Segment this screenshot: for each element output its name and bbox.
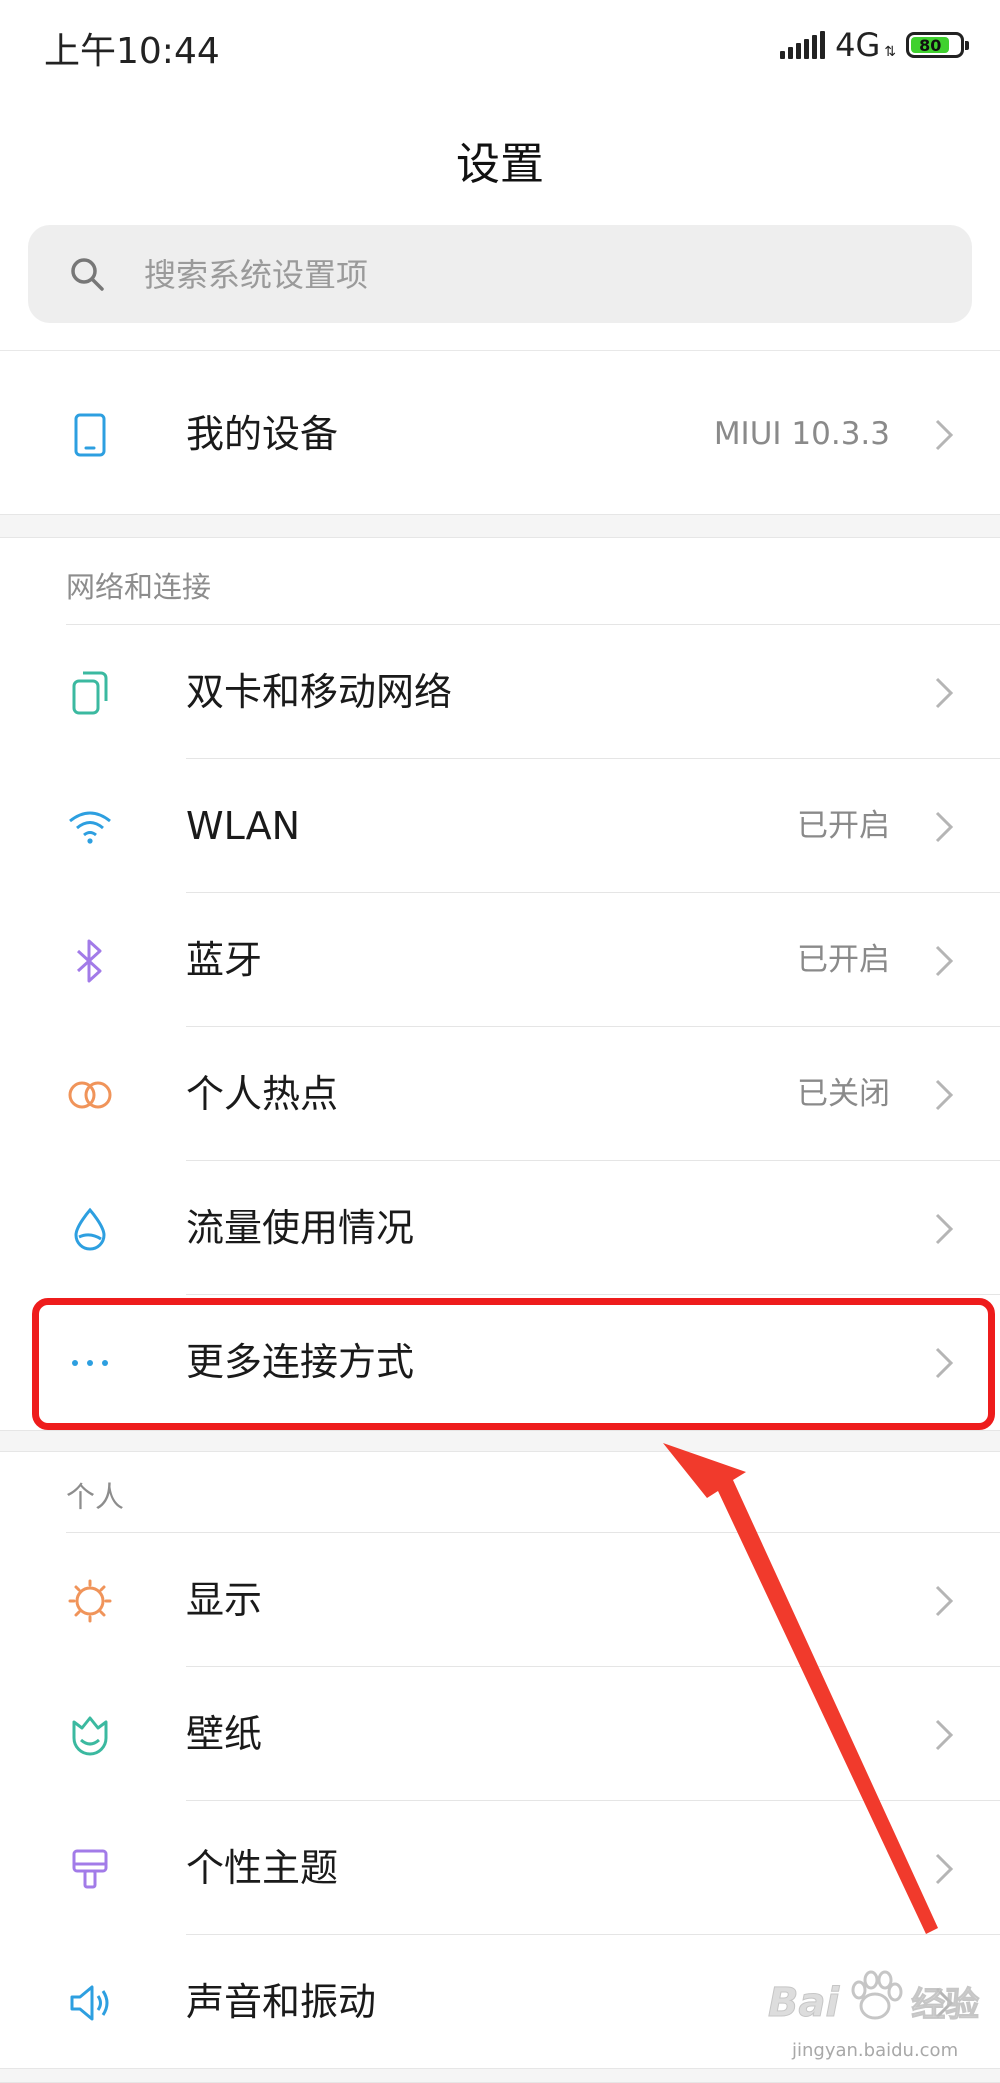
annotation-highlight-box bbox=[32, 1298, 995, 1430]
speaker-icon bbox=[62, 1978, 118, 2028]
hotspot-icon bbox=[62, 1070, 118, 1120]
chevron-right-icon bbox=[935, 1719, 954, 1751]
signal-strength-icon bbox=[780, 31, 826, 59]
battery-icon: 80 bbox=[906, 32, 969, 58]
status-indicators: 4G ⇅ 80 bbox=[780, 26, 969, 64]
row-label: 声音和振动 bbox=[186, 1980, 377, 2024]
search-input[interactable] bbox=[142, 225, 946, 325]
chevron-right-icon bbox=[935, 1853, 954, 1885]
wlan-status: 已开启 bbox=[797, 808, 890, 844]
row-label: 壁纸 bbox=[186, 1712, 263, 1756]
divider bbox=[186, 1666, 1000, 1667]
divider bbox=[186, 1934, 1000, 1935]
divider bbox=[186, 892, 1000, 893]
data-activity-icon: ⇅ bbox=[884, 44, 896, 60]
display-sun-icon bbox=[62, 1576, 118, 1626]
phone-icon bbox=[62, 410, 118, 460]
battery-level: 80 bbox=[919, 35, 942, 55]
row-label: 双卡和移动网络 bbox=[186, 670, 453, 714]
network-type: 4G bbox=[835, 26, 881, 64]
divider bbox=[66, 1532, 1000, 1533]
row-label: WLAN bbox=[186, 804, 301, 848]
divider bbox=[186, 1026, 1000, 1027]
baidu-paw-icon bbox=[851, 1970, 903, 2020]
search-bar[interactable] bbox=[28, 225, 972, 325]
section-header-personal: 个人 bbox=[66, 1480, 125, 1514]
theme-brush-icon bbox=[62, 1844, 118, 1894]
row-label: 流量使用情况 bbox=[186, 1206, 415, 1250]
row-label: 个性主题 bbox=[186, 1846, 339, 1890]
bluetooth-status: 已开启 bbox=[797, 942, 890, 978]
bluetooth-icon bbox=[62, 936, 118, 986]
chevron-right-icon bbox=[935, 1079, 954, 1111]
section-divider bbox=[0, 1430, 1000, 1452]
network-item-hotspot[interactable]: 个人热点 已关闭 bbox=[0, 1028, 1000, 1161]
my-device-version: MIUI 10.3.3 bbox=[713, 416, 890, 452]
section-header-network: 网络和连接 bbox=[66, 570, 212, 604]
baidu-watermark: Bai 经验 bbox=[767, 1966, 980, 2027]
search-icon bbox=[71, 258, 104, 291]
status-time: 上午10:44 bbox=[44, 31, 220, 72]
chevron-right-icon bbox=[935, 677, 954, 709]
chevron-right-icon bbox=[935, 419, 954, 451]
row-label: 显示 bbox=[186, 1578, 263, 1622]
divider bbox=[186, 1294, 1000, 1295]
wifi-icon bbox=[62, 802, 118, 852]
status-bar: 上午10:44 4G ⇅ 80 bbox=[0, 0, 1000, 90]
chevron-right-icon bbox=[935, 1213, 954, 1245]
my-device-row[interactable]: 我的设备 MIUI 10.3.3 bbox=[0, 368, 1000, 501]
dual-sim-icon bbox=[62, 668, 118, 718]
section-divider bbox=[0, 350, 1000, 351]
watermark-url: jingyan.baidu.com bbox=[792, 2040, 959, 2061]
personal-item-wallpaper[interactable]: 壁纸 bbox=[0, 1668, 1000, 1801]
divider bbox=[66, 624, 1000, 625]
divider bbox=[186, 1800, 1000, 1801]
network-item-bluetooth[interactable]: 蓝牙 已开启 bbox=[0, 894, 1000, 1027]
chevron-right-icon bbox=[935, 1585, 954, 1617]
chevron-right-icon bbox=[935, 811, 954, 843]
network-item-data-usage[interactable]: 流量使用情况 bbox=[0, 1162, 1000, 1295]
row-label: 蓝牙 bbox=[186, 938, 263, 982]
section-divider bbox=[0, 514, 1000, 538]
watermark-brand-cn: 经验 bbox=[911, 1985, 980, 2026]
row-label: 个人热点 bbox=[186, 1072, 339, 1116]
personal-item-theme[interactable]: 个性主题 bbox=[0, 1802, 1000, 1935]
divider bbox=[186, 1160, 1000, 1161]
my-device-label: 我的设备 bbox=[186, 412, 339, 456]
divider bbox=[186, 758, 1000, 759]
watermark-brand: Bai bbox=[767, 1980, 840, 2027]
wallpaper-icon bbox=[62, 1710, 118, 1760]
chevron-right-icon bbox=[935, 945, 954, 977]
data-drop-icon bbox=[62, 1204, 118, 1254]
network-item-wlan[interactable]: WLAN 已开启 bbox=[0, 760, 1000, 893]
hotspot-status: 已关闭 bbox=[797, 1076, 890, 1112]
personal-item-display[interactable]: 显示 bbox=[0, 1534, 1000, 1667]
network-item-dual-sim[interactable]: 双卡和移动网络 bbox=[0, 626, 1000, 759]
page-title: 设置 bbox=[456, 139, 544, 190]
